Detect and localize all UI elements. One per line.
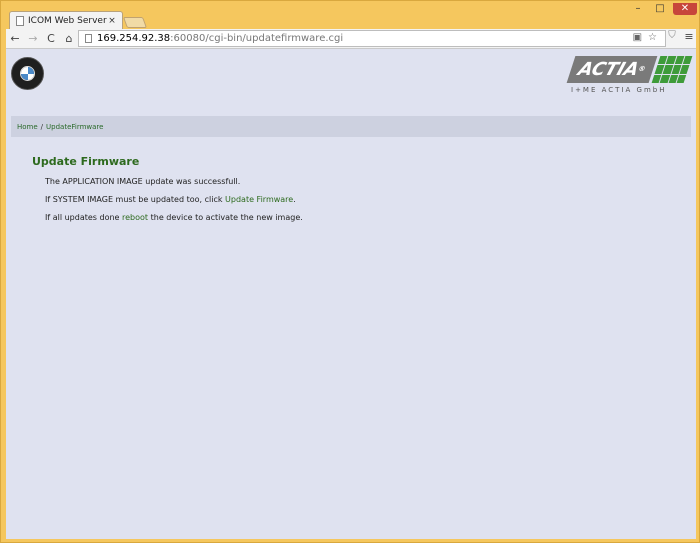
page-title: Update Firmware <box>32 155 140 168</box>
minimize-button[interactable]: – <box>629 3 647 15</box>
close-window-button[interactable]: ✕ <box>673 3 697 15</box>
shield-extension-icon[interactable]: ⛉ <box>666 30 678 45</box>
reboot-text-end: the device to activate the new image. <box>148 213 303 222</box>
browser-tab[interactable]: ICOM Web Server - × <box>9 11 123 30</box>
reboot-link[interactable]: reboot <box>122 213 148 222</box>
system-image-text: If SYSTEM IMAGE must be updated too, cli… <box>45 195 226 204</box>
menu-icon[interactable]: ≡ <box>682 30 696 43</box>
reboot-text-start: If all updates done <box>45 213 123 222</box>
bmw-roundel-icon <box>20 66 35 81</box>
actia-registered-mark: ® <box>637 65 647 73</box>
forward-icon[interactable]: → <box>24 30 42 48</box>
tab-close-icon[interactable]: × <box>107 16 117 26</box>
page-icon <box>16 16 24 26</box>
actia-subline: I+ME ACTIA GmbH <box>571 86 667 94</box>
success-message: The APPLICATION IMAGE update was success… <box>45 177 241 186</box>
url-path: :60080/cgi-bin/updatefirmware.cgi <box>170 33 344 44</box>
new-tab-button[interactable] <box>122 17 148 28</box>
bookmark-star-icon[interactable]: ☆ <box>648 32 657 43</box>
system-image-text-end: . <box>293 195 296 204</box>
reboot-message: If all updates done reboot the device to… <box>45 213 303 222</box>
page-info-icon[interactable] <box>85 34 92 43</box>
address-bar[interactable]: 169.254.92.38 :60080/cgi-bin/updatefirmw… <box>78 30 666 47</box>
translate-icon[interactable]: ▣ <box>633 32 642 43</box>
actia-brand-text: ACTIA <box>575 59 642 80</box>
breadcrumb-current-link[interactable]: UpdateFirmware <box>46 123 103 131</box>
bmw-logo <box>11 57 44 90</box>
maximize-button[interactable]: □ <box>651 3 669 15</box>
actia-logo: ACTIA® I+ME ACTIA GmbH <box>566 56 693 98</box>
home-icon[interactable]: ⌂ <box>60 30 78 48</box>
url-host: 169.254.92.38 <box>97 33 171 44</box>
browser-window: ICOM Web Server - × – □ ✕ ← → C ⌂ 169.25… <box>0 0 700 543</box>
reload-icon[interactable]: C <box>42 30 60 48</box>
update-firmware-link[interactable]: Update Firmware <box>225 195 293 204</box>
tab-title: ICOM Web Server - <box>28 16 107 26</box>
system-image-message: If SYSTEM IMAGE must be updated too, cli… <box>45 195 296 204</box>
actia-wordmark: ACTIA® <box>566 56 658 83</box>
page-viewport: ACTIA® I+ME ACTIA GmbH Home / UpdateFirm… <box>6 49 696 539</box>
back-icon[interactable]: ← <box>6 30 24 48</box>
breadcrumb-separator: / <box>40 122 44 131</box>
address-bar-actions: ▣ ☆ <box>633 32 657 43</box>
breadcrumb-home-link[interactable]: Home <box>17 123 38 131</box>
browser-toolbar: ← → C ⌂ 169.254.92.38 :60080/cgi-bin/upd… <box>6 29 696 49</box>
breadcrumb: Home / UpdateFirmware <box>11 116 691 137</box>
actia-grid-icon <box>651 56 693 83</box>
